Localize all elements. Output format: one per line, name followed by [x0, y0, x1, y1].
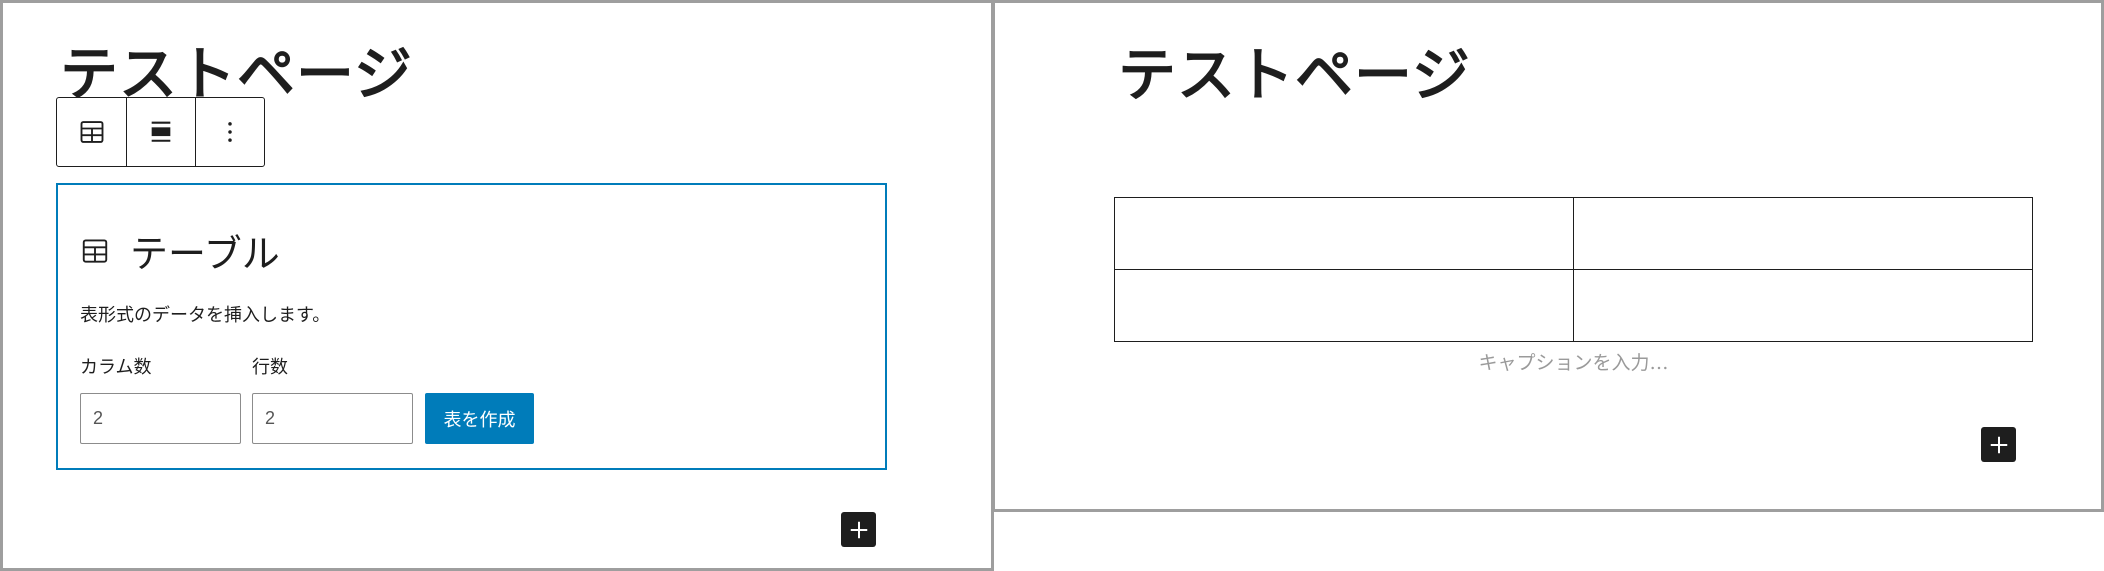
- table-cell[interactable]: [1573, 197, 2033, 270]
- align-button[interactable]: [126, 98, 195, 166]
- create-table-button[interactable]: 表を作成: [425, 393, 534, 444]
- table-icon: [80, 121, 103, 143]
- placeholder-title: テーブル: [130, 232, 280, 276]
- table-cell[interactable]: [1573, 269, 2033, 342]
- table-block: [1114, 197, 2033, 342]
- page-title[interactable]: テストページ: [60, 45, 413, 103]
- table-row: [1114, 269, 2033, 342]
- more-vertical-icon: [228, 122, 232, 142]
- align-center-icon: [151, 121, 171, 142]
- rows-label: 行数: [252, 357, 288, 378]
- table-caption-input[interactable]: キャプションを入力…: [1114, 348, 2033, 375]
- more-options-button[interactable]: [195, 98, 264, 166]
- columns-label: カラム数: [80, 357, 152, 378]
- table-placeholder: テーブル 表形式のデータを挿入します。 カラム数 行数 表を作成: [56, 183, 887, 470]
- add-block-button[interactable]: [841, 512, 876, 547]
- page-title[interactable]: テストページ: [1118, 46, 1471, 104]
- rows-input[interactable]: [252, 393, 413, 444]
- placeholder-description: 表形式のデータを挿入します。: [80, 305, 331, 326]
- placeholder-header: テーブル: [80, 223, 280, 278]
- plus-icon: [850, 521, 867, 538]
- block-toolbar: [56, 97, 265, 167]
- table-icon: [82, 238, 108, 263]
- add-block-button[interactable]: [1981, 427, 2016, 462]
- table-row: [1114, 197, 2033, 270]
- table-cell[interactable]: [1114, 269, 1574, 342]
- table-block-button[interactable]: [57, 98, 126, 166]
- columns-input[interactable]: [80, 393, 241, 444]
- plus-icon: [1990, 436, 2007, 453]
- table-cell[interactable]: [1114, 197, 1574, 270]
